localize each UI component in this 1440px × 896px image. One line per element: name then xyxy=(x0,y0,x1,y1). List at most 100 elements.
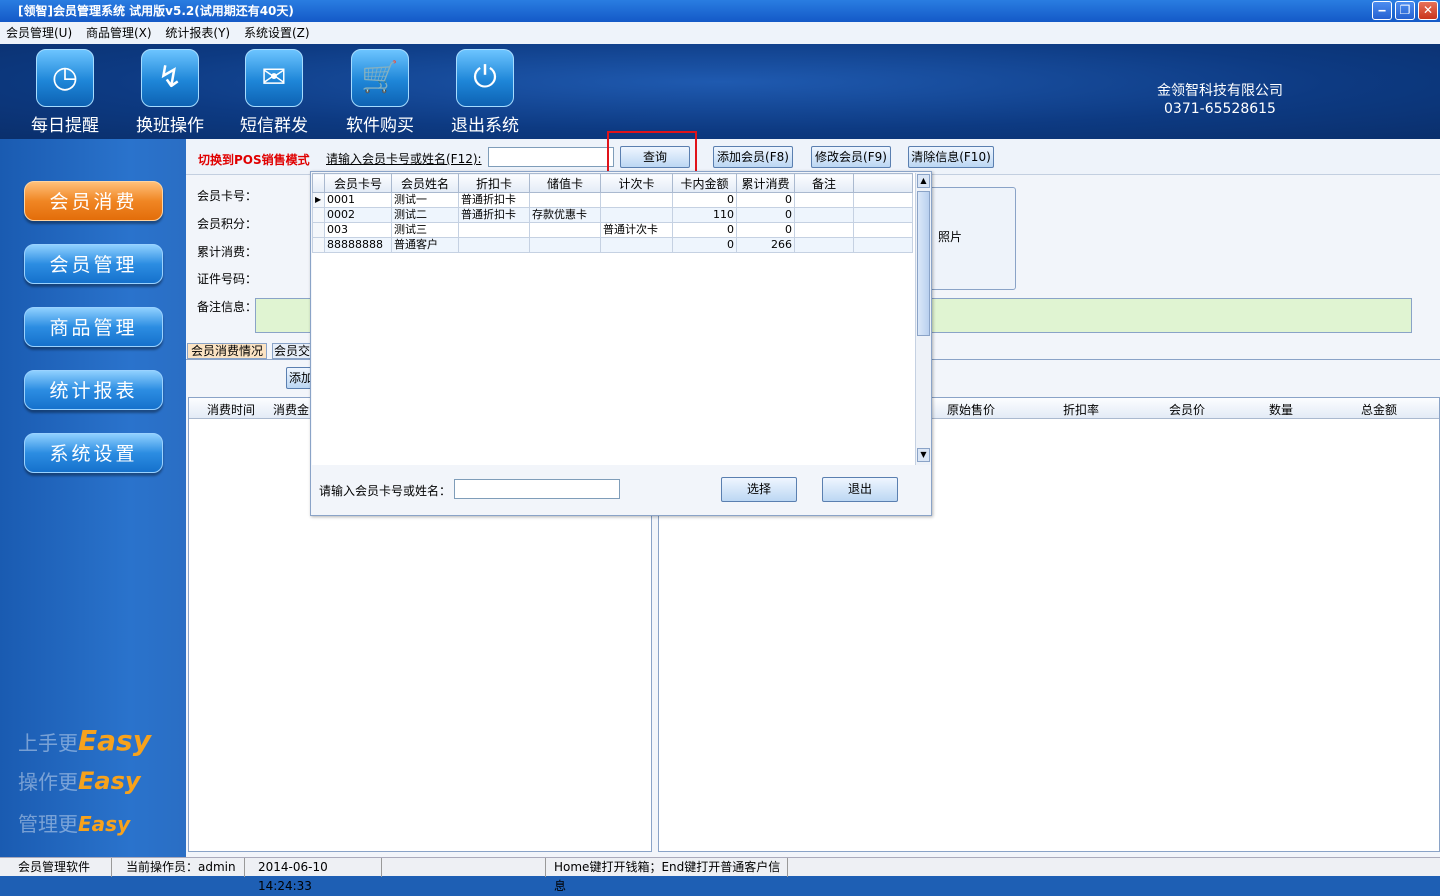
menu-settings[interactable]: 系统设置(Z) xyxy=(244,26,310,40)
grid-cell[interactable]: 测试一 xyxy=(391,192,459,208)
grid-cell[interactable]: 003 xyxy=(324,222,392,238)
status-app-name: 会员管理软件 xyxy=(12,858,112,877)
grid-cell[interactable] xyxy=(529,237,601,253)
status-operator: 当前操作员：admin xyxy=(120,858,245,877)
grid-cell[interactable] xyxy=(458,237,530,253)
select-button[interactable]: 选择 xyxy=(721,477,797,502)
toolbar-label: 软件购买 xyxy=(346,116,414,136)
row-indicator xyxy=(312,237,325,253)
grid-cell[interactable]: 测试二 xyxy=(391,207,459,223)
member-row[interactable]: 88888888 普通客户 0 266 xyxy=(312,237,913,253)
grid-cell[interactable] xyxy=(600,192,673,208)
pos-mode-link[interactable]: 切换到POS销售模式 xyxy=(198,151,310,168)
slogan-prefix: 操作更 xyxy=(18,770,78,794)
grid-cell[interactable]: 0002 xyxy=(324,207,392,223)
grid-cell[interactable] xyxy=(794,222,854,238)
search-input[interactable] xyxy=(488,147,614,167)
grid-cell[interactable] xyxy=(794,192,854,208)
grid-cell[interactable]: 0 xyxy=(736,207,795,223)
envelope-icon: ✉ xyxy=(245,49,303,107)
grid-cell[interactable]: 0 xyxy=(672,237,737,253)
grid-scrollbar[interactable]: ▲ ▼ xyxy=(915,173,931,465)
grid-cell-filler xyxy=(853,207,913,223)
grid-cell[interactable]: 存款优惠卡 xyxy=(529,207,601,223)
grid-cell[interactable]: 0 xyxy=(672,192,737,208)
member-row[interactable]: 0002 测试二 普通折扣卡 存款优惠卡 110 0 xyxy=(312,207,913,223)
toolbar-shift-change[interactable]: ↯ 换班操作 xyxy=(120,49,220,136)
restore-button[interactable]: ❐ xyxy=(1395,1,1415,20)
sidebar-item-members[interactable]: 会员管理 xyxy=(24,244,163,284)
clear-info-button[interactable]: 清除信息(F10) xyxy=(908,146,994,168)
scroll-down-arrow-icon[interactable]: ▼ xyxy=(917,448,930,462)
grid-cell[interactable]: 0001 xyxy=(324,192,392,208)
grid-cell[interactable] xyxy=(600,207,673,223)
member-row[interactable]: 003 测试三 普通计次卡 0 0 xyxy=(312,222,913,238)
sidebar-item-consume[interactable]: 会员消费 xyxy=(24,181,163,221)
grid-cell[interactable]: 0 xyxy=(672,222,737,238)
grid-col-header[interactable]: 卡内金额 xyxy=(672,173,737,193)
status-blank xyxy=(386,858,546,877)
sidebar-item-reports[interactable]: 统计报表 xyxy=(24,370,163,410)
company-info: 金领智科技有限公司 0371-65528615 xyxy=(1120,82,1320,118)
grid-cell[interactable] xyxy=(458,222,530,238)
member-grid[interactable]: 会员卡号 会员姓名 折扣卡 储值卡 计次卡 卡内金额 累计消费 备注 ▶ 0001 测试一 普通折扣… xyxy=(312,173,915,465)
toolbar-label: 退出系统 xyxy=(451,116,519,136)
toolbar-label: 每日提醒 xyxy=(31,116,99,136)
status-hint: Home键打开钱箱；End键打开普通客户信息 xyxy=(548,858,788,893)
row-indicator: ▶ xyxy=(312,192,325,208)
shift-icon: ↯ xyxy=(141,49,199,107)
menu-member[interactable]: 会员管理(U) xyxy=(6,26,72,40)
col-consume-amount: 消费金 xyxy=(273,403,310,417)
member-search-dialog: 会员卡号 会员姓名 折扣卡 储值卡 计次卡 卡内金额 累计消费 备注 ▶ 0001 测试一 普通折扣… xyxy=(310,171,932,516)
scroll-up-arrow-icon[interactable]: ▲ xyxy=(917,174,930,188)
member-row[interactable]: ▶ 0001 测试一 普通折扣卡 0 0 xyxy=(312,192,913,208)
scroll-thumb[interactable] xyxy=(917,191,930,336)
grid-col-header[interactable]: 会员姓名 xyxy=(391,173,459,193)
grid-cell[interactable]: 0 xyxy=(736,192,795,208)
minimize-button[interactable]: ‒ xyxy=(1372,1,1392,20)
grid-col-header[interactable]: 备注 xyxy=(794,173,854,193)
grid-cell[interactable]: 0 xyxy=(736,222,795,238)
col-quantity: 数量 xyxy=(1269,403,1294,417)
grid-cell[interactable] xyxy=(794,237,854,253)
grid-col-header[interactable]: 储值卡 xyxy=(529,173,601,193)
grid-cell[interactable]: 普通折扣卡 xyxy=(458,192,530,208)
grid-cell[interactable]: 110 xyxy=(672,207,737,223)
col-original-price: 原始售价 xyxy=(947,403,996,417)
tab-consumption[interactable]: 会员消费情况 xyxy=(187,343,267,359)
grid-cell[interactable]: 测试三 xyxy=(391,222,459,238)
close-button[interactable]: ✕ xyxy=(1418,1,1438,20)
tab-transactions[interactable]: 会员交 xyxy=(272,343,312,359)
field-total-spend: 累计消费： xyxy=(197,245,258,259)
menu-reports[interactable]: 统计报表(Y) xyxy=(165,26,230,40)
grid-header-row: 会员卡号 会员姓名 折扣卡 储值卡 计次卡 卡内金额 累计消费 备注 xyxy=(312,173,913,193)
grid-col-header[interactable]: 累计消费 xyxy=(736,173,795,193)
toolbar-daily-reminder[interactable]: ◷ 每日提醒 xyxy=(15,49,115,136)
dialog-search-input[interactable] xyxy=(454,479,620,499)
grid-col-header[interactable]: 折扣卡 xyxy=(458,173,530,193)
grid-cell[interactable] xyxy=(600,237,673,253)
grid-cell[interactable] xyxy=(529,192,601,208)
grid-cell[interactable] xyxy=(794,207,854,223)
sidebar-item-goods[interactable]: 商品管理 xyxy=(24,307,163,347)
edit-member-button[interactable]: 修改会员(F9) xyxy=(811,146,891,168)
toolbar-exit[interactable]: ⏻ 退出系统 xyxy=(435,49,535,136)
grid-cell[interactable]: 88888888 xyxy=(324,237,392,253)
grid-cell-filler xyxy=(853,192,913,208)
grid-cell[interactable]: 普通客户 xyxy=(391,237,459,253)
slogan-prefix: 上手更 xyxy=(18,731,78,755)
grid-cell[interactable] xyxy=(529,222,601,238)
grid-col-header[interactable]: 计次卡 xyxy=(600,173,673,193)
grid-cell[interactable]: 266 xyxy=(736,237,795,253)
grid-cell-filler xyxy=(853,237,913,253)
grid-cell[interactable]: 普通折扣卡 xyxy=(458,207,530,223)
toolbar-purchase[interactable]: 🛒 软件购买 xyxy=(330,49,430,136)
menu-goods[interactable]: 商品管理(X) xyxy=(86,26,152,40)
slogan-prefix: 管理更 xyxy=(18,812,78,836)
grid-col-header[interactable]: 会员卡号 xyxy=(324,173,392,193)
exit-button[interactable]: 退出 xyxy=(822,477,898,502)
grid-cell[interactable]: 普通计次卡 xyxy=(600,222,673,238)
sidebar-item-settings[interactable]: 系统设置 xyxy=(24,433,163,473)
toolbar-sms[interactable]: ✉ 短信群发 xyxy=(224,49,324,136)
add-member-button[interactable]: 添加会员(F8) xyxy=(713,146,793,168)
